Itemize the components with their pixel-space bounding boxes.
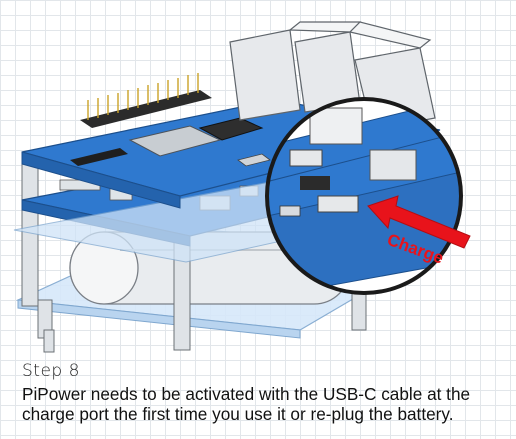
step-caption: PiPower needs to be activated with the U… (22, 384, 471, 424)
step-title: Step 8 (22, 361, 80, 381)
assembly-illustration: Charge (13, 21, 471, 353)
front-standoff (43, 329, 55, 353)
